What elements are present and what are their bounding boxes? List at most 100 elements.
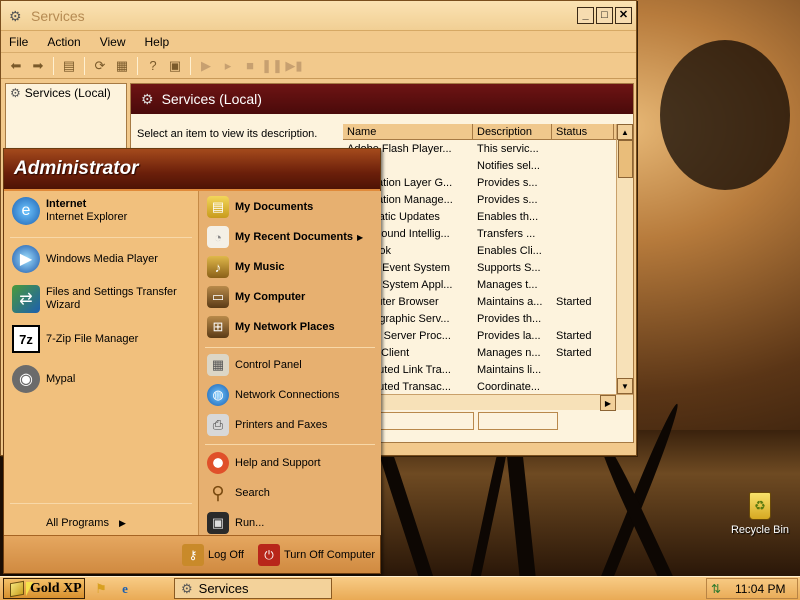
maximize-button[interactable]: □: [596, 7, 613, 24]
scroll-thumb[interactable]: [618, 140, 633, 178]
all-programs-button[interactable]: All Programs ▶: [46, 517, 126, 530]
toolbar-separator: [190, 56, 191, 75]
table-row[interactable]: Cryptographic Serv... Provides th...: [343, 310, 633, 327]
forward-arrow-icon[interactable]: ➡: [27, 55, 49, 77]
pinned-7zip[interactable]: 7z 7-Zip File Manager: [12, 325, 138, 353]
column-name[interactable]: Name: [343, 124, 473, 139]
table-row[interactable]: Distributed Link Tra... Maintains li...: [343, 361, 633, 378]
menu-help[interactable]: Help: [143, 35, 172, 49]
pinned-mypal[interactable]: ◉ Mypal: [12, 365, 75, 393]
place-control-panel[interactable]: ▦ Control Panel: [207, 354, 302, 376]
place-run[interactable]: ▣ Run...: [207, 512, 264, 534]
run-icon: ▣: [207, 512, 229, 534]
show-hide-tree-icon[interactable]: ▤: [58, 55, 80, 77]
menu-bar: File Action View Help: [1, 31, 636, 53]
table-row[interactable]: Computer Browser Maintains a... Started: [343, 293, 633, 310]
scroll-right-arrow-icon[interactable]: ▶: [600, 395, 616, 411]
table-row[interactable]: Background Intellig... Transfers ...: [343, 225, 633, 242]
table-row[interactable]: ClipBookEnables Cli...: [343, 242, 633, 259]
table-row[interactable]: Automatic Updates Enables th...: [343, 208, 633, 225]
place-help-support[interactable]: Help and Support: [207, 452, 321, 474]
start-menu-footer: ⚷ Log Off ⏻ Turn Off Computer: [4, 535, 380, 573]
place-my-computer[interactable]: ▭ My Computer: [207, 286, 305, 308]
place-my-music[interactable]: ♪ My Music: [207, 256, 285, 278]
clock[interactable]: 11:04 PM: [735, 582, 785, 596]
table-row[interactable]: Distributed Transac... Coordinate...: [343, 378, 633, 395]
menu-view[interactable]: View: [98, 35, 128, 49]
help-lifebuoy-icon: [207, 452, 229, 474]
help-icon[interactable]: ?: [142, 55, 164, 77]
vertical-scrollbar[interactable]: ▲ ▼: [616, 124, 633, 394]
place-my-documents-label: My Documents: [235, 200, 314, 213]
start-button[interactable]: Gold XP: [3, 578, 85, 599]
pinned-media-player[interactable]: ▶ Windows Media Player: [12, 245, 158, 273]
table-row[interactable]: Application Manage... Provides s...: [343, 191, 633, 208]
stop-service-icon[interactable]: ■: [239, 55, 261, 77]
place-my-recent-documents-label: My Recent Documents: [235, 230, 353, 243]
pause-service-icon[interactable]: ❚❚: [261, 55, 283, 77]
title-bar[interactable]: ⚙ Services _ □ ✕: [1, 1, 636, 31]
column-status[interactable]: Status: [552, 124, 614, 139]
recycle-bin-label: Recycle Bin: [730, 524, 790, 536]
pinned-internet-subtitle: Internet Explorer: [46, 211, 128, 223]
toolbar-separator: [53, 56, 54, 75]
service-description-cell: Maintains a...: [477, 295, 543, 308]
recycle-bin-icon: ♻: [749, 492, 771, 520]
taskbar-services-button[interactable]: ⚙ Services: [174, 578, 332, 599]
service-status-cell: Started: [556, 346, 592, 359]
place-search[interactable]: ⚲ Search: [207, 482, 269, 504]
service-description-cell: Notifies sel...: [477, 159, 540, 172]
minimize-button[interactable]: _: [577, 7, 594, 24]
table-row[interactable]: Adobe Flash Player... This servic...: [343, 140, 633, 157]
table-row[interactable]: AlerterNotifies sel...: [343, 157, 633, 174]
horizontal-scrollbar[interactable]: ▶: [343, 394, 633, 411]
scroll-down-arrow-icon[interactable]: ▼: [617, 378, 633, 394]
recycle-bin[interactable]: ♻ Recycle Bin: [728, 492, 792, 536]
export-list-icon[interactable]: ▦: [111, 55, 133, 77]
table-row[interactable]: DCOM Server Proc... Provides la... Started: [343, 327, 633, 344]
power-icon: ⏻: [258, 544, 280, 566]
service-description-cell: This servic...: [477, 142, 539, 155]
start-service-icon[interactable]: ▶: [195, 55, 217, 77]
turn-off-button[interactable]: ⏻ Turn Off Computer: [258, 544, 375, 566]
place-network-connections[interactable]: ◍ Network Connections: [207, 384, 340, 406]
start-service-alt-icon[interactable]: ▸: [217, 55, 239, 77]
start-menu-places: ▤ My Documents ◔ My Recent Documents ▶ ♪…: [198, 191, 381, 535]
quick-launch-flag-icon[interactable]: ⚑: [92, 580, 110, 598]
refresh-icon[interactable]: ⟳: [89, 55, 111, 77]
properties-icon[interactable]: ▣: [164, 55, 186, 77]
safely-remove-hardware-icon[interactable]: ⇅: [711, 582, 725, 596]
restart-service-icon[interactable]: ▶▮: [283, 55, 305, 77]
menu-file[interactable]: File: [7, 35, 30, 49]
media-player-icon: ▶: [12, 245, 40, 273]
log-off-button[interactable]: ⚷ Log Off: [182, 544, 244, 566]
table-row[interactable]: COM+ System Appl... Manages t...: [343, 276, 633, 293]
scroll-up-arrow-icon[interactable]: ▲: [617, 124, 633, 140]
close-button[interactable]: ✕: [615, 7, 632, 24]
place-my-computer-label: My Computer: [235, 290, 306, 303]
place-network-connections-label: Network Connections: [235, 388, 340, 401]
table-row[interactable]: DHCP ClientManages n...Started: [343, 344, 633, 361]
service-status-cell: Started: [556, 329, 592, 342]
separator: [205, 347, 375, 348]
network-connections-icon: ◍: [207, 384, 229, 406]
log-off-label: Log Off: [208, 549, 244, 561]
service-status-cell: Started: [556, 295, 592, 308]
table-row[interactable]: COM+ Event System Supports S...: [343, 259, 633, 276]
tree-item-services-local[interactable]: ⚙ Services (Local): [6, 84, 126, 102]
quick-launch-internet-explorer-icon[interactable]: e: [116, 580, 134, 598]
place-my-recent-documents[interactable]: ◔ My Recent Documents ▶: [207, 226, 363, 248]
place-my-network-places-label: My Network Places: [235, 320, 335, 333]
place-my-documents[interactable]: ▤ My Documents: [207, 196, 313, 218]
pinned-transfer-wizard[interactable]: ⇄ Files and Settings Transfer Wizard: [12, 285, 186, 313]
service-description-cell: Transfers ...: [477, 227, 536, 240]
menu-action[interactable]: Action: [45, 35, 82, 49]
place-my-network-places[interactable]: ⊞ My Network Places: [207, 316, 335, 338]
back-arrow-icon[interactable]: ⬅: [5, 55, 27, 77]
detail-title: Services (Local): [161, 91, 262, 107]
table-row[interactable]: Application Layer G... Provides s...: [343, 174, 633, 191]
column-description[interactable]: Description: [473, 124, 552, 139]
pinned-internet[interactable]: e Internet Internet Explorer: [12, 197, 127, 225]
search-icon: ⚲: [211, 482, 225, 503]
place-printers-faxes[interactable]: ⎙ Printers and Faxes: [207, 414, 327, 436]
